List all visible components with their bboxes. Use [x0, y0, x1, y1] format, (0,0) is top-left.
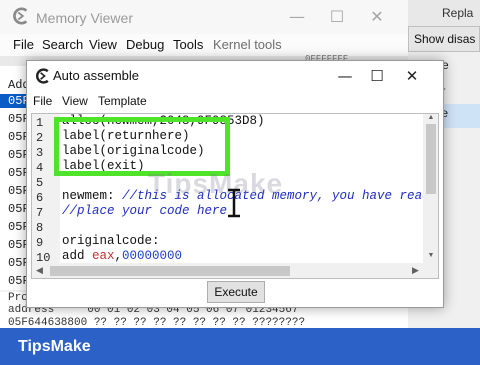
- line-number: 7: [36, 206, 44, 220]
- line-number: 8: [36, 221, 44, 235]
- hex-row: 05F644638800 ?? ?? ?? ?? ?? ?? ?? ?? ???…: [8, 317, 306, 328]
- cheat-engine-logo-icon: [35, 68, 49, 84]
- line-number: 2: [36, 131, 44, 145]
- menu-view[interactable]: View: [89, 37, 117, 52]
- scroll-down-icon[interactable]: ▼: [423, 252, 438, 259]
- close-icon[interactable]: ✕: [397, 63, 427, 89]
- line-number: 1: [36, 116, 44, 130]
- line-number: 5: [36, 176, 44, 190]
- code-line-comment: //place your code here: [62, 204, 228, 218]
- hex-row: Pro: [8, 292, 28, 304]
- vertical-scroll-thumb[interactable]: [426, 124, 436, 194]
- minimize-icon[interactable]: —: [282, 4, 312, 30]
- screenshot-frame: Memory Viewer — ☐ ✕ File Search View Deb…: [0, 0, 480, 328]
- line-number: 9: [36, 236, 44, 250]
- line-number: 4: [36, 161, 44, 175]
- line-number: 6: [36, 191, 44, 205]
- memory-viewer-menubar: File Search View Debug Tools Kernel tool…: [0, 34, 408, 56]
- menu-tools[interactable]: Tools: [173, 37, 203, 52]
- close-icon[interactable]: ✕: [362, 4, 392, 30]
- menu-debug[interactable]: Debug: [126, 37, 164, 52]
- auto-assemble-titlebar: Auto assemble — ☐ ✕: [27, 61, 443, 91]
- cheat-engine-logo-icon: [13, 7, 28, 25]
- code-line-originalcode: originalcode:: [62, 234, 160, 248]
- replace-text[interactable]: Repla: [442, 6, 473, 20]
- auto-assemble-title: Auto assemble: [53, 68, 139, 83]
- text-cursor-icon: [228, 188, 240, 218]
- editor-vertical-scrollbar[interactable]: ▲ ▼: [423, 114, 438, 263]
- editor-horizontal-scrollbar[interactable]: ◀ ▶: [32, 263, 438, 278]
- line-number: 3: [36, 146, 44, 160]
- memory-viewer-titlebar: Memory Viewer — ☐ ✕: [0, 0, 408, 34]
- code-line-add: add eax,00000000: [62, 249, 182, 263]
- scroll-up-icon[interactable]: ▲: [423, 114, 438, 121]
- operand-separator: ,: [114, 249, 123, 263]
- show-disassembler-button[interactable]: Show disas: [408, 26, 480, 52]
- maximize-icon[interactable]: ☐: [362, 63, 392, 89]
- minimize-icon[interactable]: —: [330, 63, 360, 89]
- horizontal-scroll-thumb[interactable]: [50, 266, 290, 276]
- menu-view[interactable]: View: [62, 94, 88, 108]
- brand-label: TipsMake: [18, 338, 91, 355]
- memory-viewer-title: Memory Viewer: [36, 10, 133, 26]
- menu-kernel-tools[interactable]: Kernel tools: [213, 37, 282, 52]
- execute-button[interactable]: Execute: [207, 281, 265, 303]
- scroll-right-icon[interactable]: ▶: [412, 265, 419, 276]
- menu-file[interactable]: File: [33, 94, 52, 108]
- newmem-label: newmem:: [62, 189, 123, 203]
- immediate-value: 00000000: [122, 249, 183, 263]
- scroll-left-icon[interactable]: ◀: [36, 265, 43, 276]
- maximize-icon[interactable]: ☐: [322, 4, 352, 30]
- menu-file[interactable]: File: [13, 37, 34, 52]
- register-eax: eax: [92, 249, 115, 263]
- auto-assemble-menubar: File View Template: [27, 91, 443, 111]
- add-opcode: add: [62, 249, 93, 263]
- address-cell-selected[interactable]: 05F: [0, 94, 30, 108]
- menu-search[interactable]: Search: [42, 37, 83, 52]
- watermark-text: TipsMake: [148, 168, 284, 199]
- disassembler-address-column[interactable]: Add 05F 05F 05F 05F 05F 05F 05F 05F 05F …: [0, 66, 30, 290]
- menu-template[interactable]: Template: [98, 94, 147, 108]
